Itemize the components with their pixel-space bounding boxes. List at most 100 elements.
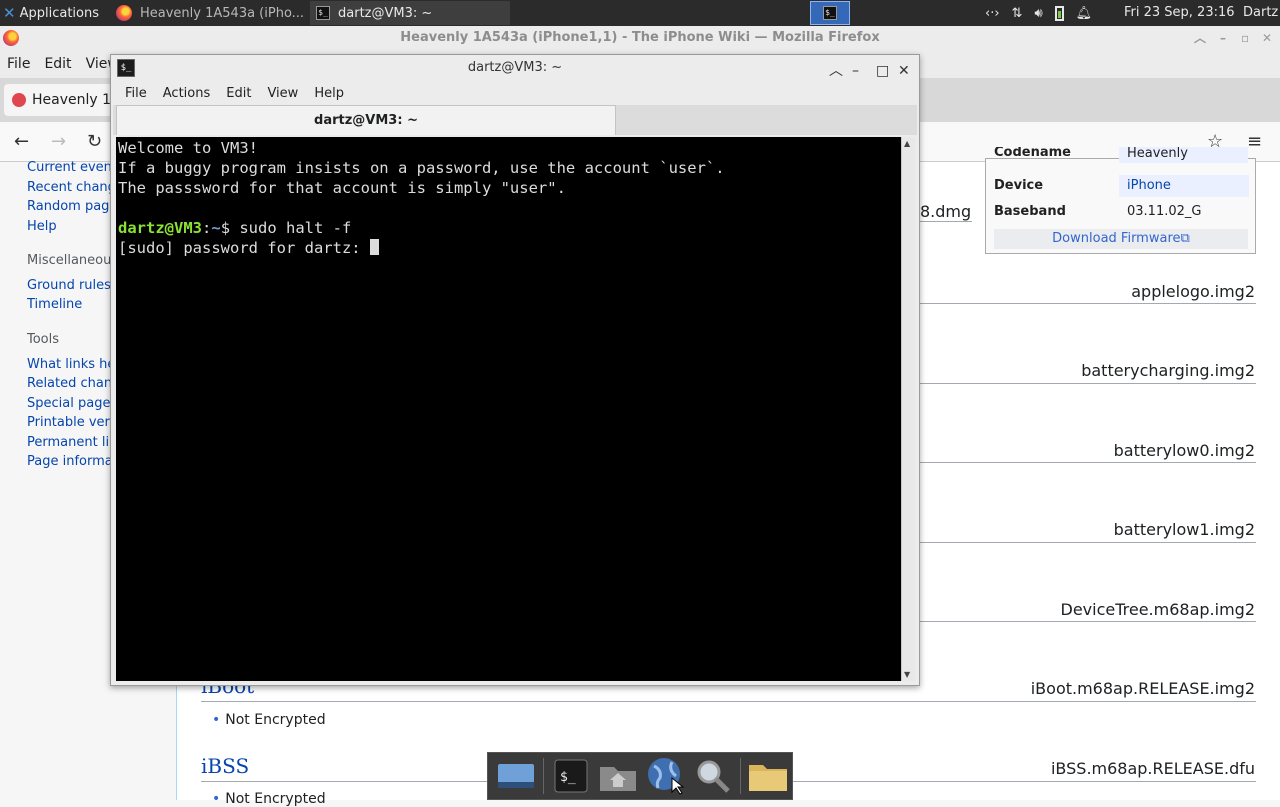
xfce-logo-icon: ✕ <box>3 4 16 22</box>
magnifier-icon <box>697 760 730 793</box>
scroll-up-icon[interactable]: ▲ <box>904 139 910 148</box>
back-arrow-icon[interactable]: ← <box>14 131 29 152</box>
sidebar-link-current-events[interactable]: Current events <box>27 160 111 175</box>
applications-label: Applications <box>19 5 99 21</box>
file-batterycharging: batterycharging.img2 <box>1081 361 1255 380</box>
system-tray: ‹·› ⇅ 🔊︎ 🔔︎ <box>985 0 1092 26</box>
terminal-menu-edit[interactable]: Edit <box>226 86 251 101</box>
favicon-icon <box>12 93 26 107</box>
dock-folder[interactable] <box>744 754 792 798</box>
sidebar-link-permanent-link[interactable]: Permanent link <box>27 435 111 450</box>
folder-icon <box>749 765 788 791</box>
maximize-icon[interactable]: ▫ <box>1241 26 1249 50</box>
terminal-tab[interactable]: dartz@VM3: ~ <box>116 105 616 135</box>
clock[interactable]: Fri 23 Sep, 23:16 <box>1124 0 1235 26</box>
firefox-icon <box>116 5 132 21</box>
dock-web-browser[interactable] <box>642 754 690 798</box>
terminal-line: Welcome to VM3! <box>118 139 258 157</box>
menu-edit[interactable]: Edit <box>44 56 71 72</box>
sidebar-link-page-information[interactable]: Page information <box>27 454 111 469</box>
sidebar-link-timeline[interactable]: Timeline <box>27 297 111 312</box>
infobox-row-codename: Codename Heavenly <box>994 147 1248 163</box>
file-batterylow1: batterylow1.img2 <box>1113 520 1255 539</box>
hamburger-menu-icon[interactable]: ≡ <box>1247 131 1262 152</box>
chevron-up-icon[interactable]: ︿ <box>1194 26 1206 50</box>
dock: $_ <box>487 752 793 800</box>
file-applelogo: applelogo.img2 <box>1131 282 1255 301</box>
terminal-titlebar[interactable]: $_ dartz@VM3: ~ ︿ – □ ✕ <box>111 55 919 81</box>
firefox-titlebar: Heavenly 1A543a (iPhone1,1) - The iPhone… <box>0 26 1280 50</box>
terminal-icon: $_ <box>554 759 587 793</box>
sidebar-link-related-changes[interactable]: Related changes <box>27 376 111 391</box>
section-rule <box>920 542 1256 543</box>
taskbar-item-label: Heavenly 1A543a (iPho... <box>140 5 305 21</box>
home-folder-icon <box>600 767 637 791</box>
workspace-switcher[interactable]: $_ <box>810 1 850 25</box>
network-arrows-icon[interactable]: ‹·› <box>985 6 1000 21</box>
infobox-row-baseband: Baseband 03.11.02_G <box>994 204 1202 219</box>
terminal-menu-view[interactable]: View <box>267 86 298 101</box>
volume-icon[interactable]: 🔊︎ <box>1034 6 1042 21</box>
section-rule <box>920 303 1256 304</box>
show-desktop-icon <box>497 764 534 788</box>
terminal-menu-file[interactable]: File <box>125 86 147 101</box>
terminal-window-title: dartz@VM3: ~ <box>467 60 563 75</box>
section-rule <box>920 462 1256 463</box>
terminal-cursor <box>369 239 379 255</box>
applications-menu-button[interactable]: ✕ Applications <box>0 0 108 26</box>
sidebar-link-random-page[interactable]: Random page <box>27 199 111 214</box>
terminal-menu-actions[interactable]: Actions <box>163 86 211 101</box>
prompt-user: dartz@VM3 <box>118 219 202 237</box>
terminal-line: [sudo] password for dartz: <box>118 238 899 258</box>
scroll-down-icon[interactable]: ▼ <box>904 670 910 679</box>
dock-terminal[interactable]: $_ <box>547 754 595 798</box>
terminal-scrollbar[interactable]: ▲ ▼ <box>901 137 915 681</box>
svg-text:$_: $_ <box>560 770 576 785</box>
terminal-icon: $_ <box>117 59 135 77</box>
terminal-screen[interactable]: Welcome to VM3! If a buggy program insist… <box>116 137 901 681</box>
sidebar-link-what-links-here[interactable]: What links here <box>27 357 111 372</box>
close-icon[interactable]: ✕ <box>1262 26 1272 50</box>
section-rule <box>920 621 1256 622</box>
terminal-menu-help[interactable]: Help <box>314 86 344 101</box>
section-rule <box>201 701 1256 702</box>
taskbar-item-terminal[interactable]: $_ dartz@VM3: ~ <box>310 1 510 25</box>
terminal-icon: $_ <box>316 6 330 20</box>
section-heading-ibss: iBSS <box>201 754 250 778</box>
sidebar-link-printable-version[interactable]: Printable version <box>27 415 111 430</box>
dock-show-desktop[interactable] <box>492 754 540 798</box>
infobox-row-device: Device iPhone <box>994 175 1249 197</box>
sidebar-link-help[interactable]: Help <box>27 219 111 234</box>
terminal-menubar: File Actions Edit View Help <box>111 81 919 105</box>
minimize-icon[interactable]: – <box>1220 26 1226 50</box>
dmg-filename: 8.dmg <box>920 202 972 222</box>
terminal-command: $ sudo halt -f <box>220 219 352 237</box>
globe-icon <box>647 758 685 795</box>
sidebar-link-special-pages[interactable]: Special pages <box>27 396 111 411</box>
download-firmware-link[interactable]: Download Firmware⧉ <box>994 229 1248 249</box>
user-menu[interactable]: Dartz <box>1243 0 1278 26</box>
terminal-line: If a buggy program insists on a password… <box>118 159 725 177</box>
forward-arrow-icon[interactable]: → <box>51 131 66 152</box>
terminal-line: The passsword for that account is simply… <box>118 179 566 197</box>
file-ibss: iBSS.m68ap.RELEASE.dfu <box>1050 759 1255 778</box>
menu-file[interactable]: File <box>7 56 30 72</box>
dock-separator <box>542 758 544 794</box>
sidebar-link-ground-rules[interactable]: Ground rules <box>27 278 111 293</box>
firefox-icon <box>3 30 19 46</box>
dock-separator <box>740 758 742 794</box>
network-updown-icon[interactable]: ⇅ <box>1012 6 1023 21</box>
dock-search[interactable] <box>690 754 738 798</box>
taskbar-item-firefox[interactable]: Heavenly 1A543a (iPho... <box>110 1 308 25</box>
notification-bell-icon[interactable]: 🔔︎ <box>1076 6 1093 21</box>
battery-icon[interactable] <box>1054 5 1064 21</box>
dock-home-folder[interactable] <box>594 754 642 798</box>
file-batterylow0: batterylow0.img2 <box>1113 441 1255 460</box>
reload-icon[interactable]: ↻ <box>87 131 102 152</box>
sidebar-heading-misc: Miscellaneous <box>27 253 119 268</box>
list-item: Not Encrypted <box>212 791 325 807</box>
infobox: Codename Heavenly Device iPhone Baseband… <box>985 147 1256 254</box>
device-link[interactable]: iPhone <box>1119 175 1249 197</box>
sidebar-link-recent-changes[interactable]: Recent changes <box>27 180 111 195</box>
